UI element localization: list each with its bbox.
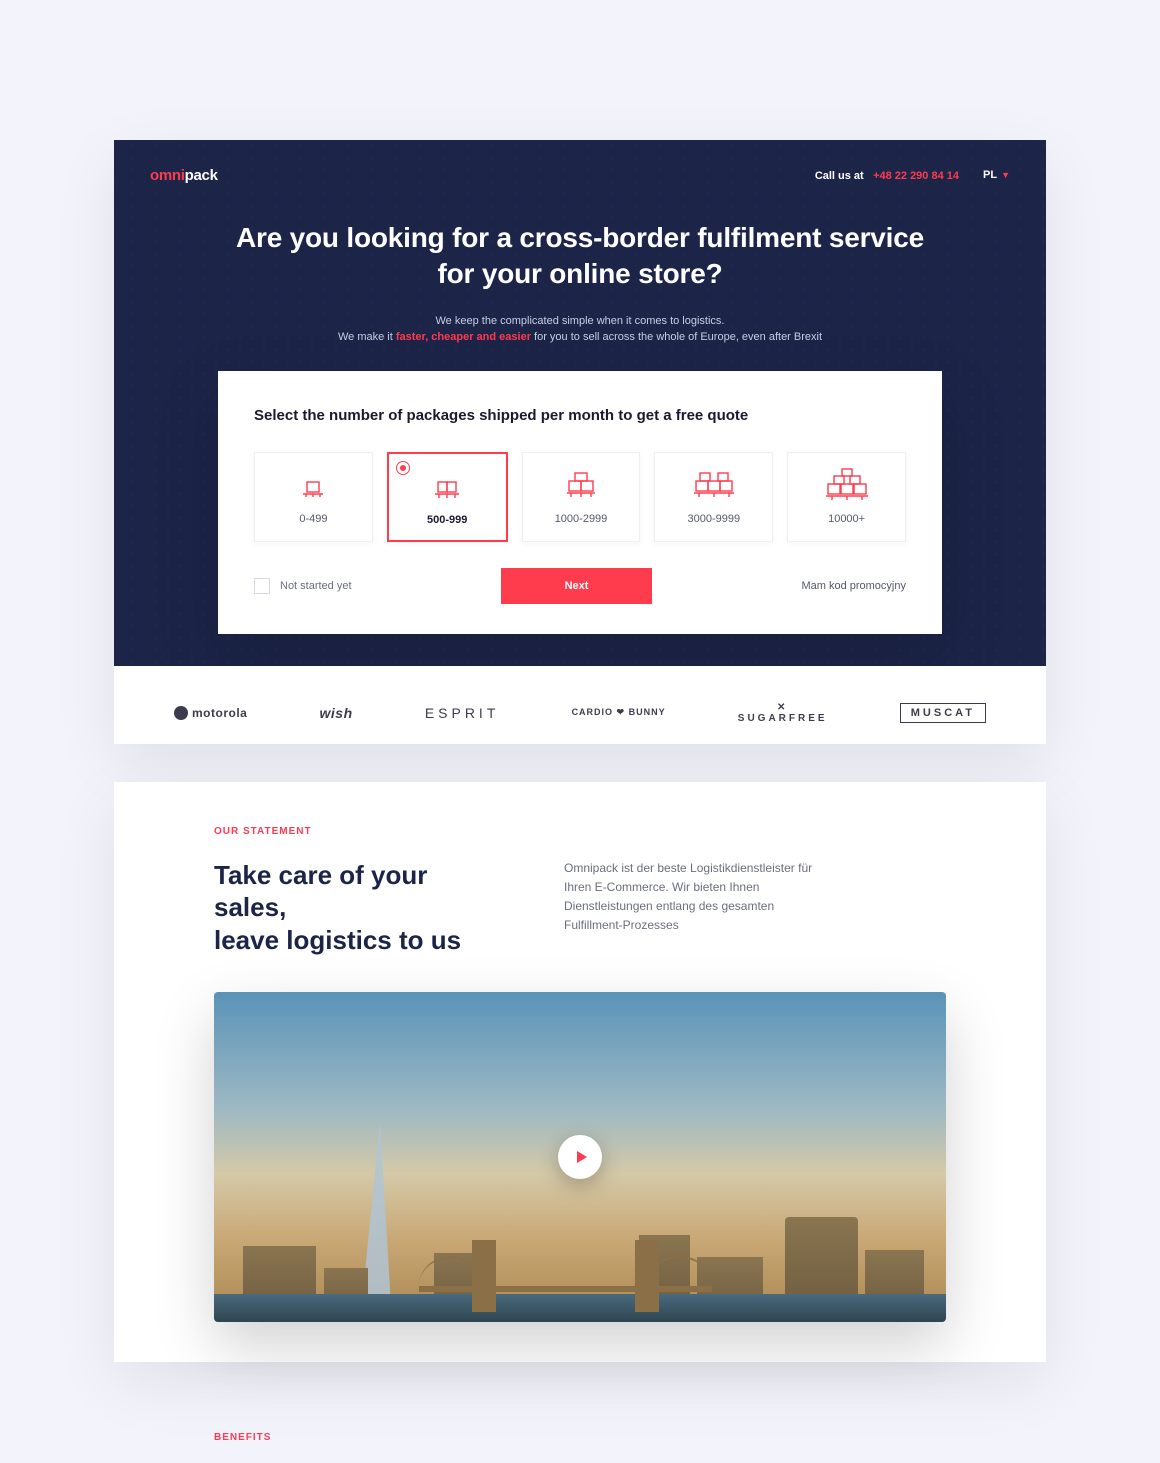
pallet-icon <box>663 469 764 503</box>
benefits-section: BENEFITS <box>114 1432 1046 1463</box>
statement-eyebrow: OUR STATEMENT <box>214 826 946 837</box>
stmt-heading-l2: leave logistics to us <box>214 925 461 955</box>
pallet-icon <box>397 470 498 504</box>
pallet-icon <box>796 469 897 503</box>
logo-sugarfree: ✕ SUGARFREE <box>738 702 828 724</box>
option-10000-plus[interactable]: 10000+ <box>787 452 906 542</box>
phone-number[interactable]: +48 22 290 84 14 <box>873 170 959 182</box>
pallet-icon <box>263 469 364 503</box>
logo-wish: wish <box>320 705 353 721</box>
client-logos-row: motorola wish ESPRIT CARDIO ❤ BUNNY ✕ SU… <box>114 666 1046 744</box>
headline-line1: Are you looking for a cross-border fulfi… <box>236 222 924 253</box>
language-selector[interactable]: PL ▼ <box>983 169 1010 181</box>
logo[interactable]: omnipack <box>150 167 218 184</box>
topbar: omnipack Call us at +48 22 290 84 14 PL … <box>150 158 1010 192</box>
option-500-999[interactable]: 500-999 <box>387 452 508 542</box>
statement-section: OUR STATEMENT Take care of your sales, l… <box>114 782 1046 1363</box>
promo-code-link[interactable]: Mam kod promocyjny <box>801 580 906 592</box>
chevron-down-icon: ▼ <box>1001 170 1010 180</box>
package-options: 0-499 500-999 <box>254 452 906 542</box>
headline-line2: for your online store? <box>438 258 723 289</box>
not-started-label: Not started yet <box>280 580 352 592</box>
hero-subline-1: We keep the complicated simple when it c… <box>150 315 1010 327</box>
motorola-label: motorola <box>192 706 247 720</box>
option-0-499[interactable]: 0-499 <box>254 452 373 542</box>
option-label: 1000-2999 <box>531 513 632 525</box>
tower-bridge-icon <box>419 1252 712 1312</box>
video-thumbnail[interactable] <box>214 992 946 1322</box>
logo-cardio-bunny: CARDIO ❤ BUNNY <box>572 707 666 718</box>
option-label: 3000-9999 <box>663 513 764 525</box>
hero-headline: Are you looking for a cross-border fulfi… <box>150 220 1010 293</box>
statement-heading: Take care of your sales, leave logistics… <box>214 859 494 957</box>
motorola-icon <box>174 706 188 720</box>
option-3000-9999[interactable]: 3000-9999 <box>654 452 773 542</box>
stmt-heading-l1: Take care of your sales, <box>214 860 427 923</box>
hero-subline-2: We make it faster, cheaper and easier fo… <box>150 331 1010 343</box>
option-label: 10000+ <box>796 513 897 525</box>
not-started-checkbox[interactable]: Not started yet <box>254 578 352 594</box>
quote-card: Select the number of packages shipped pe… <box>218 371 942 634</box>
logo-muscat: MUSCAT <box>900 703 986 723</box>
option-1000-2999[interactable]: 1000-2999 <box>522 452 641 542</box>
sub2-post: for you to sell across the whole of Euro… <box>531 331 822 343</box>
call-us-label: Call us at <box>815 170 864 182</box>
sub2-pre: We make it <box>338 331 396 343</box>
logo-prefix: omni <box>150 167 185 184</box>
sugarfree-label: SUGARFREE <box>738 713 828 724</box>
hero-section: omnipack Call us at +48 22 290 84 14 PL … <box>114 140 1046 666</box>
call-us-block: Call us at +48 22 290 84 14 <box>815 168 959 182</box>
play-button[interactable] <box>558 1135 602 1179</box>
statement-body: Omnipack ist der beste Logistikdienstlei… <box>564 859 824 936</box>
logo-esprit: ESPRIT <box>425 705 500 721</box>
next-button[interactable]: Next <box>501 568 653 604</box>
hero-card: omnipack Call us at +48 22 290 84 14 PL … <box>114 140 1046 744</box>
sub2-highlight: faster, cheaper and easier <box>396 331 531 343</box>
sugarfree-icon: ✕ <box>738 702 828 713</box>
option-label: 500-999 <box>397 514 498 526</box>
quote-title: Select the number of packages shipped pe… <box>254 407 906 424</box>
pallet-icon <box>531 469 632 503</box>
logo-suffix: pack <box>185 167 218 184</box>
option-label: 0-499 <box>263 513 364 525</box>
checkbox-icon <box>254 578 270 594</box>
benefits-eyebrow: BENEFITS <box>214 1432 946 1443</box>
language-code: PL <box>983 169 997 181</box>
logo-motorola: motorola <box>174 706 247 720</box>
